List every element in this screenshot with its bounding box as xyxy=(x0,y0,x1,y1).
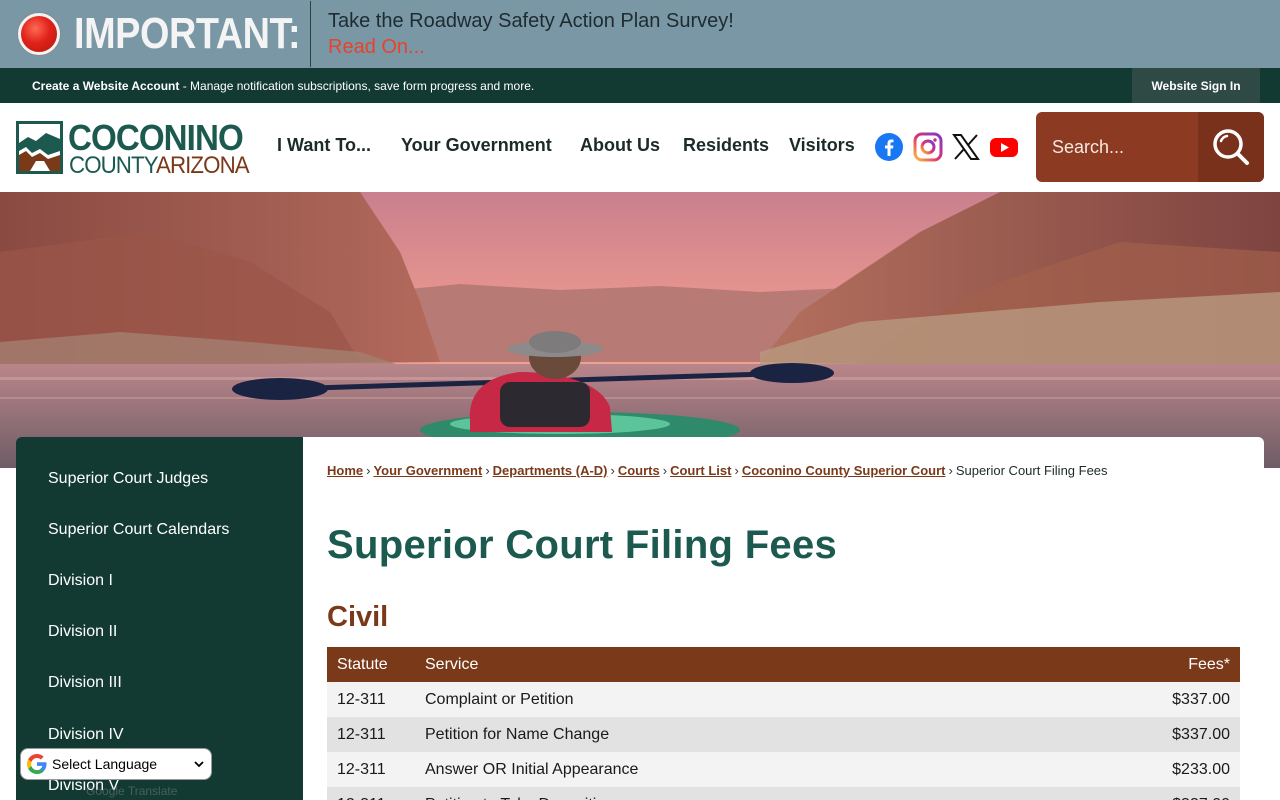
account-message: Create a Website Account - Manage notifi… xyxy=(32,79,534,93)
main-content: Home › Your Government › Departments (A-D) › C… xyxy=(303,437,1264,800)
sidebar-item-division-ii[interactable]: Division II xyxy=(48,623,117,641)
table-header-row: Statute Service Fees* xyxy=(327,647,1240,682)
column-header-statute: Statute xyxy=(327,647,415,682)
site-header: COCONINO COUNTYARIZONA I Want To... Your… xyxy=(0,103,1280,192)
table-row: 12-311 Answer OR Initial Appearance $233… xyxy=(327,752,1240,787)
breadcrumb-separator: › xyxy=(610,463,615,478)
instagram-icon[interactable] xyxy=(913,132,943,162)
breadcrumb-departments[interactable]: Departments (A-D) xyxy=(493,463,608,478)
nav-visitors[interactable]: Visitors xyxy=(789,135,855,156)
google-g-icon xyxy=(27,754,47,774)
service-cell: Complaint or Petition xyxy=(415,682,1034,717)
facebook-icon[interactable] xyxy=(874,132,904,162)
breadcrumb-separator: › xyxy=(485,463,490,478)
breadcrumb: Home › Your Government › Departments (A-D) › C… xyxy=(327,463,1108,478)
breadcrumb-superior-court[interactable]: Coconino County Superior Court xyxy=(742,463,946,478)
sidebar-item-division-i[interactable]: Division I xyxy=(48,572,113,590)
nav-about-us[interactable]: About Us xyxy=(580,135,660,156)
hero-banner-image xyxy=(0,192,1280,468)
nav-residents[interactable]: Residents xyxy=(683,135,769,156)
logo-state-word: ARIZONA xyxy=(156,152,250,179)
service-cell: Answer OR Initial Appearance xyxy=(415,752,1034,787)
sidebar-item-superior-court-judges[interactable]: Superior Court Judges xyxy=(48,470,208,488)
breadcrumb-separator: › xyxy=(734,463,739,478)
x-icon[interactable] xyxy=(951,132,981,162)
language-select[interactable]: Select Language xyxy=(20,748,212,780)
service-cell: Petition to Take Deposition xyxy=(415,787,1034,800)
nav-i-want-to[interactable]: I Want To... xyxy=(277,135,371,156)
breadcrumb-your-government[interactable]: Your Government xyxy=(373,463,482,478)
fee-table: Statute Service Fees* 12-311 Complaint o… xyxy=(327,647,1240,800)
language-select-label: Select Language xyxy=(52,756,158,772)
breadcrumb-current: Superior Court Filing Fees xyxy=(955,463,1108,478)
alert-divider xyxy=(310,1,311,67)
alert-dot-icon xyxy=(18,13,60,55)
sidebar-item-division-iii[interactable]: Division III xyxy=(48,674,122,692)
table-row: 12-311 Petition for Name Change $337.00 xyxy=(327,717,1240,752)
fee-cell: $233.00 xyxy=(1033,752,1240,787)
statute-cell: 12-311 xyxy=(327,717,415,752)
table-row: 12-311 Complaint or Petition $337.00 xyxy=(327,682,1240,717)
account-bar: Create a Website Account - Manage notifi… xyxy=(0,68,1280,103)
search-icon xyxy=(1213,129,1249,165)
county-logo[interactable]: COCONINO COUNTYARIZONA xyxy=(16,117,260,180)
sidebar-item-division-iv[interactable]: Division IV xyxy=(48,726,124,744)
table-row: 12-311 Petition to Take Deposition $337.… xyxy=(327,787,1240,800)
breadcrumb-court-list[interactable]: Court List xyxy=(670,463,731,478)
sidebar-nav: Superior Court Judges Superior Court Cal… xyxy=(16,437,303,800)
search-button[interactable] xyxy=(1198,112,1264,182)
column-header-service: Service xyxy=(415,647,1034,682)
website-sign-in-button[interactable]: Website Sign In xyxy=(1132,68,1260,103)
account-description: - Manage notification subscriptions, sav… xyxy=(179,78,535,93)
service-cell: Petition for Name Change xyxy=(415,717,1034,752)
youtube-icon[interactable] xyxy=(989,132,1019,162)
alert-label: IMPORTANT: xyxy=(74,9,301,58)
logo-subtitle: COUNTYARIZONA xyxy=(69,152,250,180)
statute-cell: 12-311 xyxy=(327,752,415,787)
fee-cell: $337.00 xyxy=(1033,787,1240,800)
breadcrumb-home[interactable]: Home xyxy=(327,463,363,478)
breadcrumb-separator: › xyxy=(948,463,953,478)
statute-cell: 12-311 xyxy=(327,787,415,800)
statute-cell: 12-311 xyxy=(327,682,415,717)
sidebar-item-superior-court-calendars[interactable]: Superior Court Calendars xyxy=(48,521,229,539)
page-title: Superior Court Filing Fees xyxy=(327,523,838,567)
create-account-link[interactable]: Create a Website Account xyxy=(32,79,179,93)
alert-banner: IMPORTANT: Take the Roadway Safety Actio… xyxy=(0,0,1280,68)
column-header-fees: Fees* xyxy=(1033,647,1240,682)
alert-read-on-link[interactable]: Read On... xyxy=(328,34,734,60)
chevron-down-icon xyxy=(194,761,204,768)
logo-county-word: COUNTY xyxy=(69,152,157,179)
search-input[interactable] xyxy=(1036,112,1198,182)
breadcrumb-separator: › xyxy=(662,463,668,478)
breadcrumb-separator: › xyxy=(366,463,371,478)
nav-your-government[interactable]: Your Government xyxy=(401,135,552,156)
search-box xyxy=(1036,112,1264,182)
google-translate-attribution: Google Translate xyxy=(86,784,178,798)
breadcrumb-courts[interactable]: Courts xyxy=(618,463,660,478)
alert-title: Take the Roadway Safety Action Plan Surv… xyxy=(328,10,734,32)
fee-cell: $337.00 xyxy=(1033,717,1240,752)
logo-mark-icon xyxy=(16,121,63,174)
section-title-civil: Civil xyxy=(327,601,389,633)
fee-cell: $337.00 xyxy=(1033,682,1240,717)
